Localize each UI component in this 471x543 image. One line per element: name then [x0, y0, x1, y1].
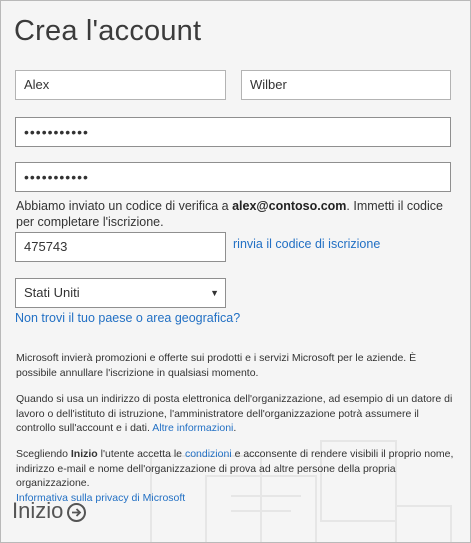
password-input[interactable]: •••••••••••	[15, 117, 451, 147]
organization-notice: Quando si usa un indirizzo di posta elet…	[16, 393, 453, 434]
arrow-right-circle-icon	[67, 502, 87, 522]
start-button[interactable]: Inizio	[12, 498, 87, 524]
start-label: Inizio	[12, 498, 64, 523]
chevron-down-icon: ▼	[210, 288, 219, 298]
verification-code-input[interactable]: 475743	[15, 232, 226, 262]
verification-email: alex@contoso.com	[232, 199, 347, 213]
confirm-password-input[interactable]: •••••••••••	[15, 162, 451, 192]
first-name-input[interactable]: Alex	[15, 70, 226, 100]
country-select-value: Stati Uniti	[24, 285, 80, 300]
terms-notice: Scegliendo Inizio l'utente accetta le co…	[16, 448, 454, 504]
verification-message: Abbiamo inviato un codice di verifica a …	[16, 199, 443, 229]
resend-code-link[interactable]: rinvia il codice di iscrizione	[233, 237, 380, 251]
signup-panel: Crea l'account Alex Wilber ••••••••••• •…	[0, 0, 471, 543]
promotions-notice: Microsoft invierà promozioni e offerte s…	[16, 352, 417, 379]
terms-link[interactable]: condizioni	[185, 448, 232, 460]
country-not-found-link[interactable]: Non trovi il tuo paese o area geografica…	[15, 311, 240, 325]
more-info-link[interactable]: Altre informazioni	[152, 422, 233, 434]
country-select[interactable]: Stati Uniti ▼	[15, 278, 226, 308]
last-name-input[interactable]: Wilber	[241, 70, 451, 100]
page-title: Crea l'account	[14, 15, 202, 47]
